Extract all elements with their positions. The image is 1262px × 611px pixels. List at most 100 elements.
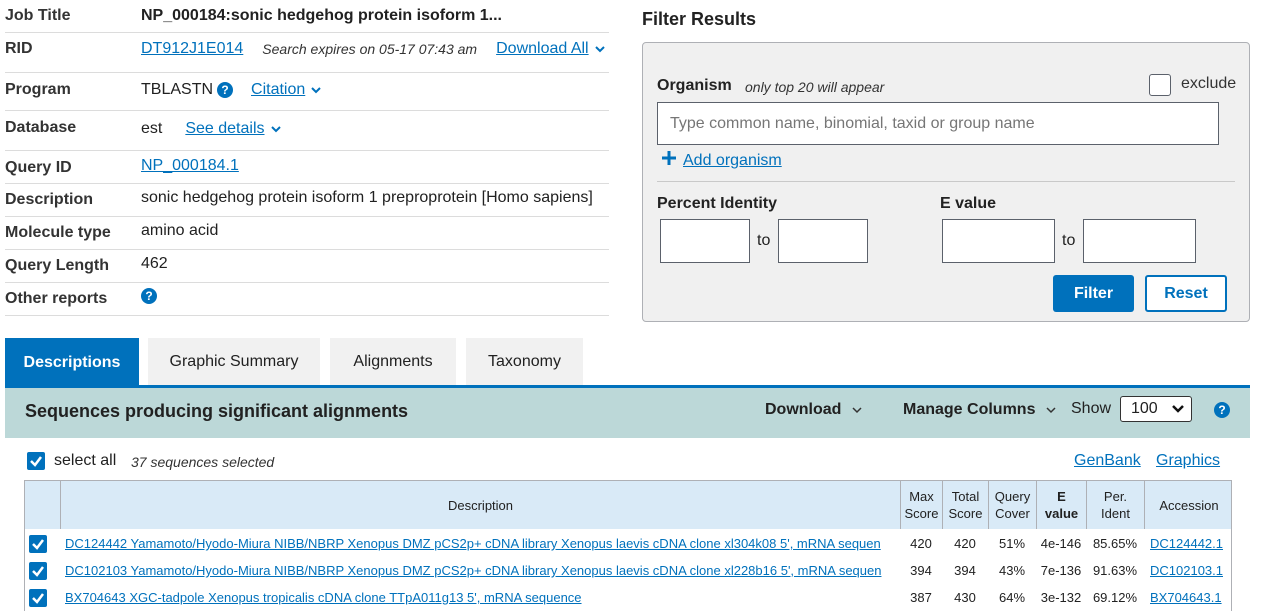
chevron-down-icon	[1045, 404, 1057, 416]
header-total-score[interactable]: Total Score	[942, 481, 988, 529]
sequences-selected-count: 37 sequences selected	[131, 454, 275, 470]
other-reports-label: Other reports	[5, 290, 108, 307]
rid-label: RID	[5, 40, 33, 57]
row-description-link[interactable]: BX704643 XGC-tadpole Xenopus tropicalis …	[65, 590, 582, 605]
header-query-cover[interactable]: Query Cover	[988, 481, 1036, 529]
header-max-score[interactable]: Max Score	[900, 481, 942, 529]
row-description-link[interactable]: DC124442 Yamamoto/Hyodo-Miura NIBB/NBRP …	[65, 536, 881, 551]
download-menu[interactable]: Download	[765, 401, 863, 419]
search-expires-text: Search expires on 05-17 07:43 am	[262, 41, 478, 57]
download-all-link[interactable]: Download All	[496, 40, 589, 58]
plus-icon	[661, 150, 677, 171]
header-accession[interactable]: Accession	[1144, 481, 1231, 529]
row-e-value: 4e-146	[1040, 536, 1082, 551]
manage-columns-menu[interactable]: Manage Columns	[903, 401, 1057, 419]
filter-results-title: Filter Results	[642, 9, 757, 29]
exclude-checkbox[interactable]	[1149, 74, 1171, 96]
organism-label: Organism	[657, 77, 732, 94]
job-summary: Job Title NP_000184:sonic hedgehog prote…	[5, 0, 609, 316]
reset-button[interactable]: Reset	[1145, 275, 1227, 312]
percent-identity-to-input[interactable]	[778, 219, 868, 263]
tab-taxonomy[interactable]: Taxonomy	[466, 338, 583, 386]
row-checkbox[interactable]	[29, 534, 47, 553]
query-id-label: Query ID	[5, 159, 72, 176]
check-icon	[32, 565, 44, 577]
tab-graphic-summary[interactable]: Graphic Summary	[148, 338, 320, 386]
tab-descriptions[interactable]: Descriptions	[5, 338, 139, 388]
check-icon	[32, 592, 44, 604]
row-query-cover: 51%	[998, 536, 1026, 551]
summary-row-molecule-type: Molecule type amino acid	[5, 217, 609, 250]
summary-row-description: Description sonic hedgehog protein isofo…	[5, 184, 609, 217]
row-accession-link[interactable]: DC124442.1	[1150, 536, 1223, 551]
percent-identity-from-input[interactable]	[660, 219, 750, 263]
row-max-score: 387	[910, 590, 932, 605]
exclude-label: exclude	[1181, 75, 1237, 92]
row-accession-link[interactable]: DC102103.1	[1150, 563, 1223, 578]
genbank-link[interactable]: GenBank	[1074, 452, 1141, 470]
show-label: Show	[1071, 400, 1112, 417]
summary-row-job-title: Job Title NP_000184:sonic hedgehog prote…	[5, 0, 609, 33]
query-id-link[interactable]: NP_000184.1	[141, 157, 239, 175]
summary-row-query-length: Query Length 462	[5, 250, 609, 283]
manage-columns-label: Manage Columns	[903, 401, 1036, 418]
tab-alignments[interactable]: Alignments	[330, 338, 456, 386]
show-count-select[interactable]: 100	[1120, 396, 1192, 422]
organism-input[interactable]: Type common name, binomial, taxid or gro…	[657, 102, 1219, 145]
rid-link[interactable]: DT912J1E014	[141, 40, 243, 58]
summary-row-rid: RID DT912J1E014 Search expires on 05-17 …	[5, 33, 609, 73]
row-total-score: 420	[954, 536, 976, 551]
select-all-label: select all	[54, 452, 117, 469]
database-label: Database	[5, 119, 77, 136]
row-per-ident: 69.12%	[1092, 590, 1138, 605]
check-icon	[32, 538, 44, 550]
row-checkbox[interactable]	[29, 588, 47, 607]
header-checkbox-column	[25, 481, 60, 529]
chevron-down-icon	[851, 404, 863, 416]
row-e-value: 3e-132	[1040, 590, 1082, 605]
add-organism-button[interactable]: Add organism	[661, 150, 782, 171]
summary-row-other-reports: Other reports ?	[5, 283, 609, 316]
row-query-cover: 43%	[998, 563, 1026, 578]
header-e-value[interactable]: Evalue	[1036, 481, 1086, 529]
row-accession-link[interactable]: BX704643.1	[1150, 590, 1222, 605]
row-e-value: 7e-136	[1040, 563, 1082, 578]
database-value: est	[141, 120, 163, 137]
citation-link[interactable]: Citation	[251, 81, 305, 99]
row-per-ident: 85.65%	[1092, 536, 1138, 551]
help-icon[interactable]: ?	[217, 82, 234, 98]
table-row: BX704643 XGC-tadpole Xenopus tropicalis …	[25, 584, 1231, 611]
results-title: Sequences producing significant alignmen…	[25, 401, 409, 421]
header-per-ident[interactable]: Per. Ident	[1086, 481, 1144, 529]
chevron-down-icon	[594, 43, 606, 55]
chevron-down-icon	[1171, 403, 1184, 415]
row-per-ident: 91.63%	[1092, 563, 1138, 578]
see-details-link[interactable]: See details	[185, 120, 264, 138]
query-length-label: Query Length	[5, 257, 110, 274]
help-icon[interactable]: ?	[141, 288, 157, 304]
row-max-score: 394	[910, 563, 932, 578]
evalue-from-input[interactable]	[942, 219, 1055, 263]
descriptions-table: Description Max Score Total Score Query Cov…	[24, 480, 1232, 611]
select-all-checkbox[interactable]	[27, 452, 45, 470]
filter-button[interactable]: Filter	[1053, 275, 1134, 312]
summary-row-query-id: Query ID NP_000184.1	[5, 151, 609, 184]
row-max-score: 420	[910, 536, 932, 551]
to-label: to	[757, 232, 771, 249]
filter-panel: Organism only top 20 will appear exclude…	[642, 42, 1250, 322]
header-description[interactable]: Description	[60, 481, 900, 529]
help-icon[interactable]: ?	[1214, 402, 1230, 418]
add-organism-link[interactable]: Add organism	[683, 152, 782, 170]
row-checkbox[interactable]	[29, 561, 47, 580]
check-icon	[30, 456, 42, 467]
job-title-value: NP_000184:sonic hedgehog protein isoform…	[141, 7, 502, 24]
divider	[657, 181, 1235, 182]
evalue-to-input[interactable]	[1083, 219, 1196, 263]
graphics-link[interactable]: Graphics	[1156, 452, 1220, 470]
molecule-type-value: amino acid	[141, 222, 219, 239]
download-label: Download	[765, 401, 842, 418]
row-description-link[interactable]: DC102103 Yamamoto/Hyodo-Miura NIBB/NBRP …	[65, 563, 881, 578]
results-header-bar: Sequences producing significant alignmen…	[5, 388, 1250, 438]
percent-identity-label: Percent Identity	[657, 195, 778, 212]
table-header: Description Max Score Total Score Query Cov…	[25, 481, 1231, 529]
